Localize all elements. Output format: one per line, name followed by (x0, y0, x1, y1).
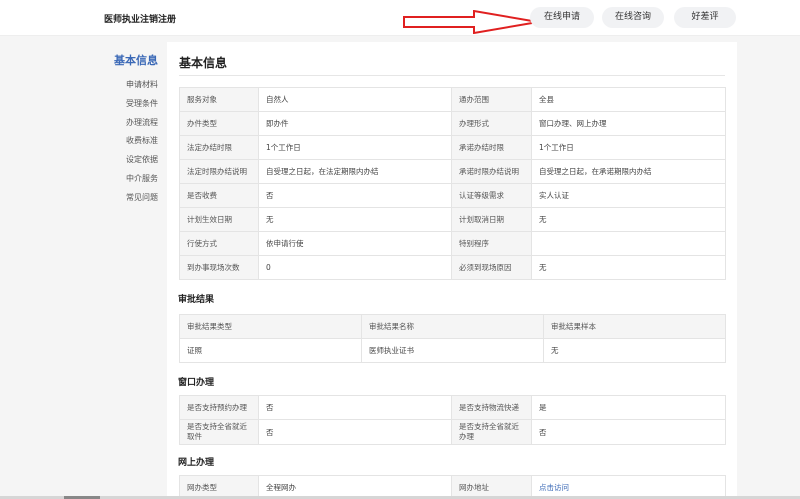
field-label: 法定时限办结说明 (179, 159, 259, 184)
field-label: 计划取消日期 (451, 207, 532, 232)
sidebar-item-basis[interactable]: 设定依据 (98, 151, 158, 170)
field-value: 全县 (531, 87, 726, 112)
field-value: 自受理之日起，在承诺期限内办结 (531, 159, 726, 184)
field-label: 到办事现场次数 (179, 255, 259, 280)
section-title-window: 窗口办理 (178, 378, 215, 388)
column-header: 审批结果样本 (543, 314, 726, 339)
field-value: 1个工作日 (531, 135, 726, 160)
field-label: 必须到现场原因 (451, 255, 532, 280)
sidebar-nav: 基本信息 申请材料 受理条件 办理流程 收费标准 设定依据 中介服务 常见问题 (98, 52, 158, 208)
field-value: 1个工作日 (258, 135, 452, 160)
divider (179, 75, 725, 76)
field-label: 是否支持全省就近办理 (451, 419, 532, 445)
red-arrow-icon (403, 10, 539, 34)
field-label: 服务对象 (179, 87, 259, 112)
table-row: 法定办结时限 1个工作日 承诺办结时限 1个工作日 (179, 135, 726, 160)
table-row: 行使方式 依申请行使 特别程序 (179, 231, 726, 256)
field-label: 是否收费 (179, 183, 259, 208)
field-label: 特别程序 (451, 231, 532, 256)
sidebar-item-agency[interactable]: 中介服务 (98, 170, 158, 189)
field-label: 是否支持物流快递 (451, 395, 532, 420)
sidebar-item-faq[interactable]: 常见问题 (98, 189, 158, 208)
column-header: 审批结果名称 (361, 314, 544, 339)
field-label: 承诺办结时限 (451, 135, 532, 160)
table-row: 是否收费 否 认证等级需求 实人认证 (179, 183, 726, 208)
table-row: 是否支持全省就近取件 否 是否支持全省就近办理 否 (179, 419, 726, 445)
window-table: 是否支持预约办理 否 是否支持物流快递 是 是否支持全省就近取件 否 是否支持全… (179, 395, 726, 445)
top-bar: 医师执业注销注册 在线申请 在线咨询 好差评 (0, 0, 800, 36)
sidebar-item-conditions[interactable]: 受理条件 (98, 95, 158, 114)
field-value: 否 (258, 419, 452, 445)
table-row: 计划生效日期 无 计划取消日期 无 (179, 207, 726, 232)
table-row: 服务对象 自然人 通办范围 全县 (179, 87, 726, 112)
field-value: 自然人 (258, 87, 452, 112)
result-table: 审批结果类型 审批结果名称 审批结果样本 证照 医师执业证书 无 (179, 314, 726, 363)
section-title-result: 审批结果 (178, 295, 215, 305)
field-label: 计划生效日期 (179, 207, 259, 232)
field-value: 无 (531, 255, 726, 280)
field-value: 否 (258, 395, 452, 420)
table-cell: 医师执业证书 (361, 338, 544, 363)
sidebar-item-process[interactable]: 办理流程 (98, 114, 158, 133)
field-value: 实人认证 (531, 183, 726, 208)
field-value: 即办件 (258, 111, 452, 136)
field-value: 无 (531, 207, 726, 232)
page-title: 医师执业注销注册 (104, 15, 177, 25)
table-row: 是否支持预约办理 否 是否支持物流快递 是 (179, 395, 726, 420)
table-row: 证照 医师执业证书 无 (179, 338, 726, 363)
sidebar-item-basic-info[interactable]: 基本信息 (98, 52, 158, 68)
field-label: 认证等级需求 (451, 183, 532, 208)
consult-online-button[interactable]: 在线咨询 (602, 7, 664, 28)
main-panel: 基本信息 服务对象 自然人 通办范围 全县 办件类型 即办件 办理形式 窗口办理… (167, 42, 737, 499)
field-label: 是否支持预约办理 (179, 395, 259, 420)
field-label: 办理形式 (451, 111, 532, 136)
field-value: 依申请行使 (258, 231, 452, 256)
section-title-online: 网上办理 (178, 458, 215, 468)
column-header: 审批结果类型 (179, 314, 362, 339)
table-header-row: 审批结果类型 审批结果名称 审批结果样本 (179, 314, 726, 339)
field-label: 法定办结时限 (179, 135, 259, 160)
table-row: 到办事现场次数 0 必须到现场原因 无 (179, 255, 726, 280)
table-row: 办件类型 即办件 办理形式 窗口办理、网上办理 (179, 111, 726, 136)
basic-info-table: 服务对象 自然人 通办范围 全县 办件类型 即办件 办理形式 窗口办理、网上办理… (179, 87, 726, 280)
field-label: 办件类型 (179, 111, 259, 136)
table-row: 法定时限办结说明 自受理之日起，在法定期限内办结 承诺时限办结说明 自受理之日起… (179, 159, 726, 184)
field-value (531, 231, 726, 256)
field-value: 自受理之日起，在法定期限内办结 (258, 159, 452, 184)
field-value: 否 (531, 419, 726, 445)
field-value: 窗口办理、网上办理 (531, 111, 726, 136)
field-label: 通办范围 (451, 87, 532, 112)
table-cell: 无 (543, 338, 726, 363)
table-cell: 证照 (179, 338, 362, 363)
field-value: 无 (258, 207, 452, 232)
field-label: 承诺时限办结说明 (451, 159, 532, 184)
field-value: 否 (258, 183, 452, 208)
field-label: 行使方式 (179, 231, 259, 256)
sidebar-item-materials[interactable]: 申请材料 (98, 76, 158, 95)
apply-online-button[interactable]: 在线申请 (530, 7, 594, 28)
field-value: 0 (258, 255, 452, 280)
section-title-basic: 基本信息 (179, 56, 228, 70)
sidebar-item-fees[interactable]: 收费标准 (98, 132, 158, 151)
rating-button[interactable]: 好差评 (674, 7, 736, 28)
field-value: 是 (531, 395, 726, 420)
field-label: 是否支持全省就近取件 (179, 419, 259, 445)
